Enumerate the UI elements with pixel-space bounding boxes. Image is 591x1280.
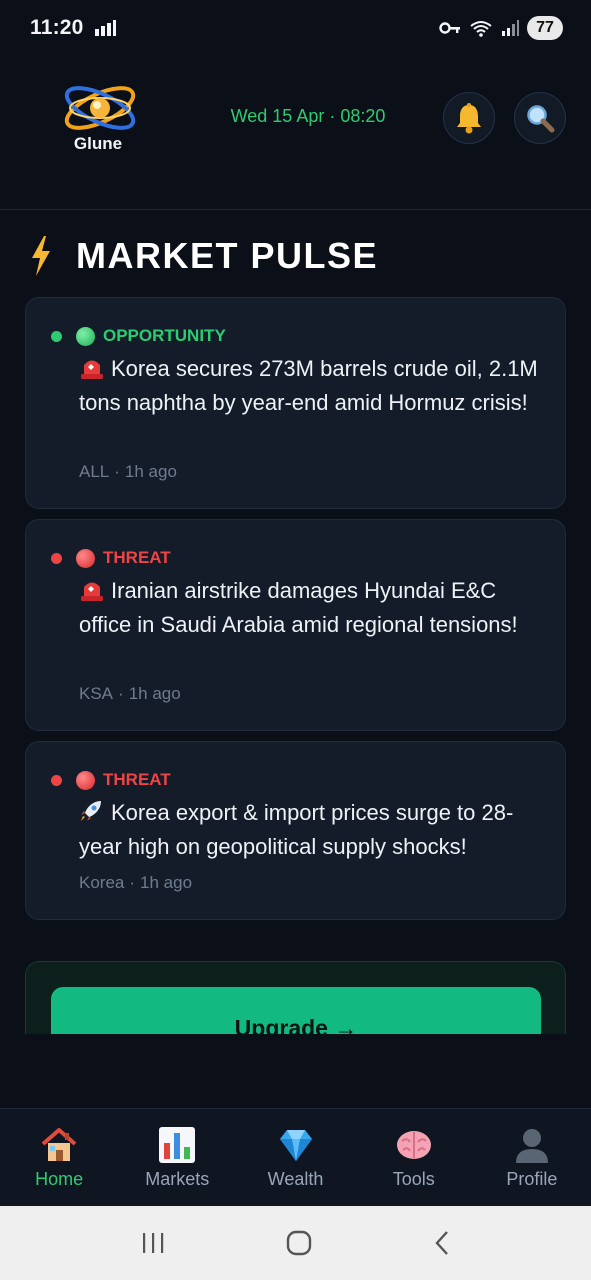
card-meta: KSA · 1h ago — [79, 684, 181, 703]
card-meta: ALL · 1h ago — [79, 462, 177, 481]
cell-signal-icon — [502, 20, 519, 36]
nav-label: Markets — [145, 1169, 210, 1189]
nav-label: Profile — [506, 1169, 558, 1189]
header-datetime: Wed 15 Apr · 08:20 — [230, 106, 386, 126]
status-dot — [51, 552, 62, 564]
nav-label: Home — [35, 1169, 84, 1189]
card-time: 1h ago — [124, 462, 177, 481]
nav-item-markets[interactable]: Markets — [118, 1109, 236, 1206]
siren-icon — [81, 582, 103, 601]
battery-level: 77 — [536, 19, 554, 36]
status-bar: 11:20 77 — [0, 0, 591, 56]
signal-activity-icon — [94, 20, 116, 36]
nav-item-tools[interactable]: Tools — [355, 1109, 473, 1206]
card-tag-label: OPPORTUNITY — [103, 326, 226, 345]
card-tag: THREAT — [51, 548, 171, 568]
recent-apps-icon[interactable] — [140, 1231, 166, 1255]
back-icon[interactable] — [432, 1229, 452, 1257]
wifi-icon — [470, 21, 492, 37]
lightning-icon — [32, 236, 50, 276]
card-headline-text: Korea export & import prices surge to 28… — [79, 800, 514, 859]
card-region: KSA — [79, 684, 114, 703]
brain-icon — [396, 1131, 431, 1159]
section-title-text: MARKET PULSE — [76, 235, 379, 276]
search-icon — [527, 105, 555, 133]
status-time: 11:20 — [30, 16, 84, 39]
nav-label: Wealth — [267, 1169, 324, 1189]
battery-indicator: 77 — [527, 16, 563, 40]
nav-label: Tools — [392, 1169, 435, 1189]
card-region: ALL — [79, 462, 110, 481]
app-header: Glune Wed 15 Apr · 08:20 — [0, 56, 591, 210]
news-card[interactable]: OPPORTUNITY Korea secures 273M barrels c… — [25, 297, 566, 509]
news-card[interactable]: THREAT Korea export & import prices surg… — [25, 741, 566, 920]
card-headline-text: Iranian airstrike damages Hyundai E&C of… — [79, 578, 518, 637]
bar-chart-icon — [159, 1127, 196, 1163]
green-circle-icon — [76, 326, 95, 346]
house-icon — [41, 1128, 77, 1161]
upgrade-button[interactable]: Upgrade → — [51, 987, 541, 1034]
card-tag: OPPORTUNITY — [51, 326, 226, 346]
upgrade-panel: Upgrade → — [25, 961, 566, 1034]
card-region: Korea — [79, 873, 125, 892]
nav-item-home[interactable]: Home — [0, 1109, 118, 1206]
notifications-button[interactable] — [443, 92, 495, 144]
search-button[interactable] — [514, 92, 566, 144]
system-nav-bar — [0, 1206, 591, 1280]
rocket-icon — [81, 801, 101, 821]
card-headline: Korea secures 273M barrels crude oil, 2.… — [79, 352, 549, 420]
card-headline: Iranian airstrike damages Hyundai E&C of… — [79, 574, 549, 642]
section-title: MARKET PULSE — [30, 232, 378, 280]
red-circle-icon — [76, 770, 95, 790]
bottom-nav: Home Markets Wealth Tools Profile — [0, 1108, 591, 1206]
card-meta: Korea · 1h ago — [79, 873, 193, 892]
status-dot — [51, 774, 62, 786]
card-headline-text: Korea secures 273M barrels crude oil, 2.… — [79, 356, 538, 415]
bell-icon — [457, 103, 481, 134]
card-tag: THREAT — [51, 770, 171, 790]
siren-icon — [81, 360, 103, 379]
news-card[interactable]: THREAT Iranian airstrike damages Hyundai… — [25, 519, 566, 731]
logo-text: Glune — [73, 134, 123, 153]
user-icon — [515, 1129, 548, 1163]
upgrade-button-label: Upgrade → — [234, 1015, 358, 1034]
key-icon — [439, 22, 460, 34]
card-time: 1h ago — [128, 684, 181, 703]
card-tag-label: THREAT — [103, 548, 171, 567]
status-dot — [51, 330, 62, 342]
gem-icon — [279, 1130, 312, 1161]
card-headline: Korea export & import prices surge to 28… — [79, 796, 549, 864]
card-tag-label: THREAT — [103, 770, 171, 789]
home-icon[interactable] — [285, 1229, 313, 1257]
nav-item-profile[interactable]: Profile — [473, 1109, 591, 1206]
nav-item-wealth[interactable]: Wealth — [236, 1109, 354, 1206]
red-circle-icon — [76, 548, 95, 568]
card-time: 1h ago — [140, 873, 193, 892]
